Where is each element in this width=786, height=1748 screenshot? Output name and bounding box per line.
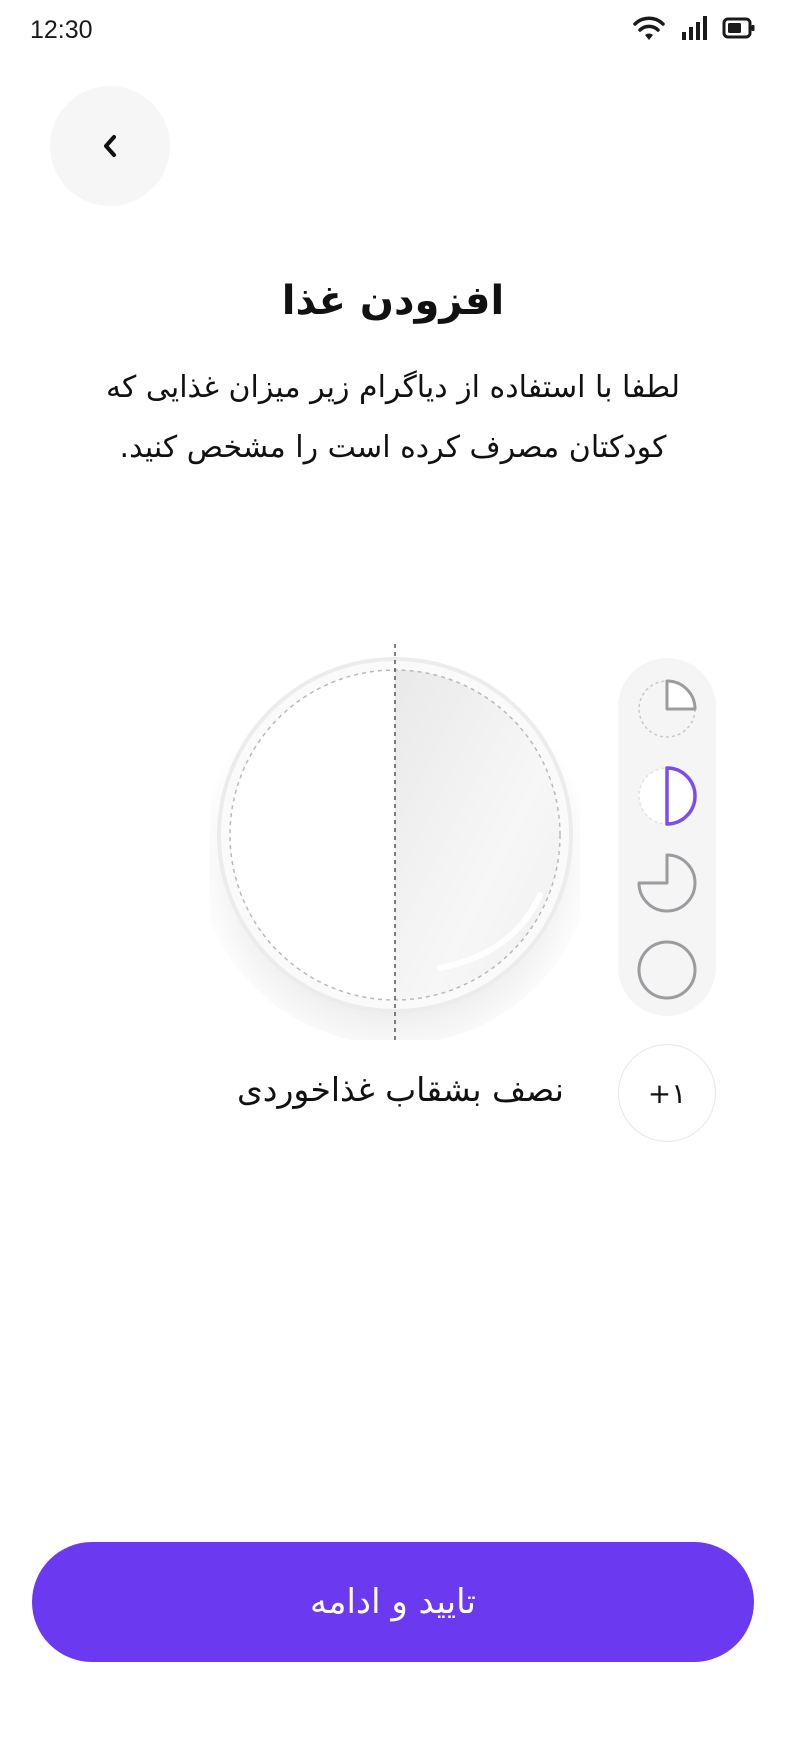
plate-svg — [195, 644, 595, 1045]
chevron-left-icon — [104, 135, 116, 157]
selected-portion-label: نصف بشقاب غذاخوردی — [236, 1070, 564, 1109]
portion-options-panel — [618, 658, 716, 1016]
status-bar: 12:30 — [0, 0, 786, 64]
portion-option-full[interactable] — [634, 937, 700, 1003]
page-title: افزودن غذا — [281, 278, 505, 324]
page-subtitle: لطفا با استفاده از دیاگرام زیر میزان غذا… — [105, 370, 681, 465]
three-quarter-portion-icon — [637, 853, 697, 913]
back-button[interactable] — [50, 86, 170, 206]
plate-diagram[interactable] — [195, 640, 595, 1045]
portion-option-quarter[interactable] — [634, 676, 700, 742]
status-time: 12:30 — [30, 16, 93, 44]
confirm-continue-button[interactable]: تایید و ادامه — [32, 1542, 754, 1662]
wifi-icon — [633, 16, 665, 40]
portion-option-half[interactable] — [634, 763, 700, 829]
status-icons — [632, 14, 756, 42]
half-portion-icon — [638, 766, 697, 826]
portion-option-three-quarter[interactable] — [634, 850, 700, 916]
signal-icon — [682, 16, 707, 40]
battery-icon — [722, 17, 755, 39]
add-plate-button[interactable]: +۱ — [618, 1044, 716, 1142]
full-portion-icon — [637, 940, 697, 1000]
quarter-portion-icon — [638, 679, 697, 738]
